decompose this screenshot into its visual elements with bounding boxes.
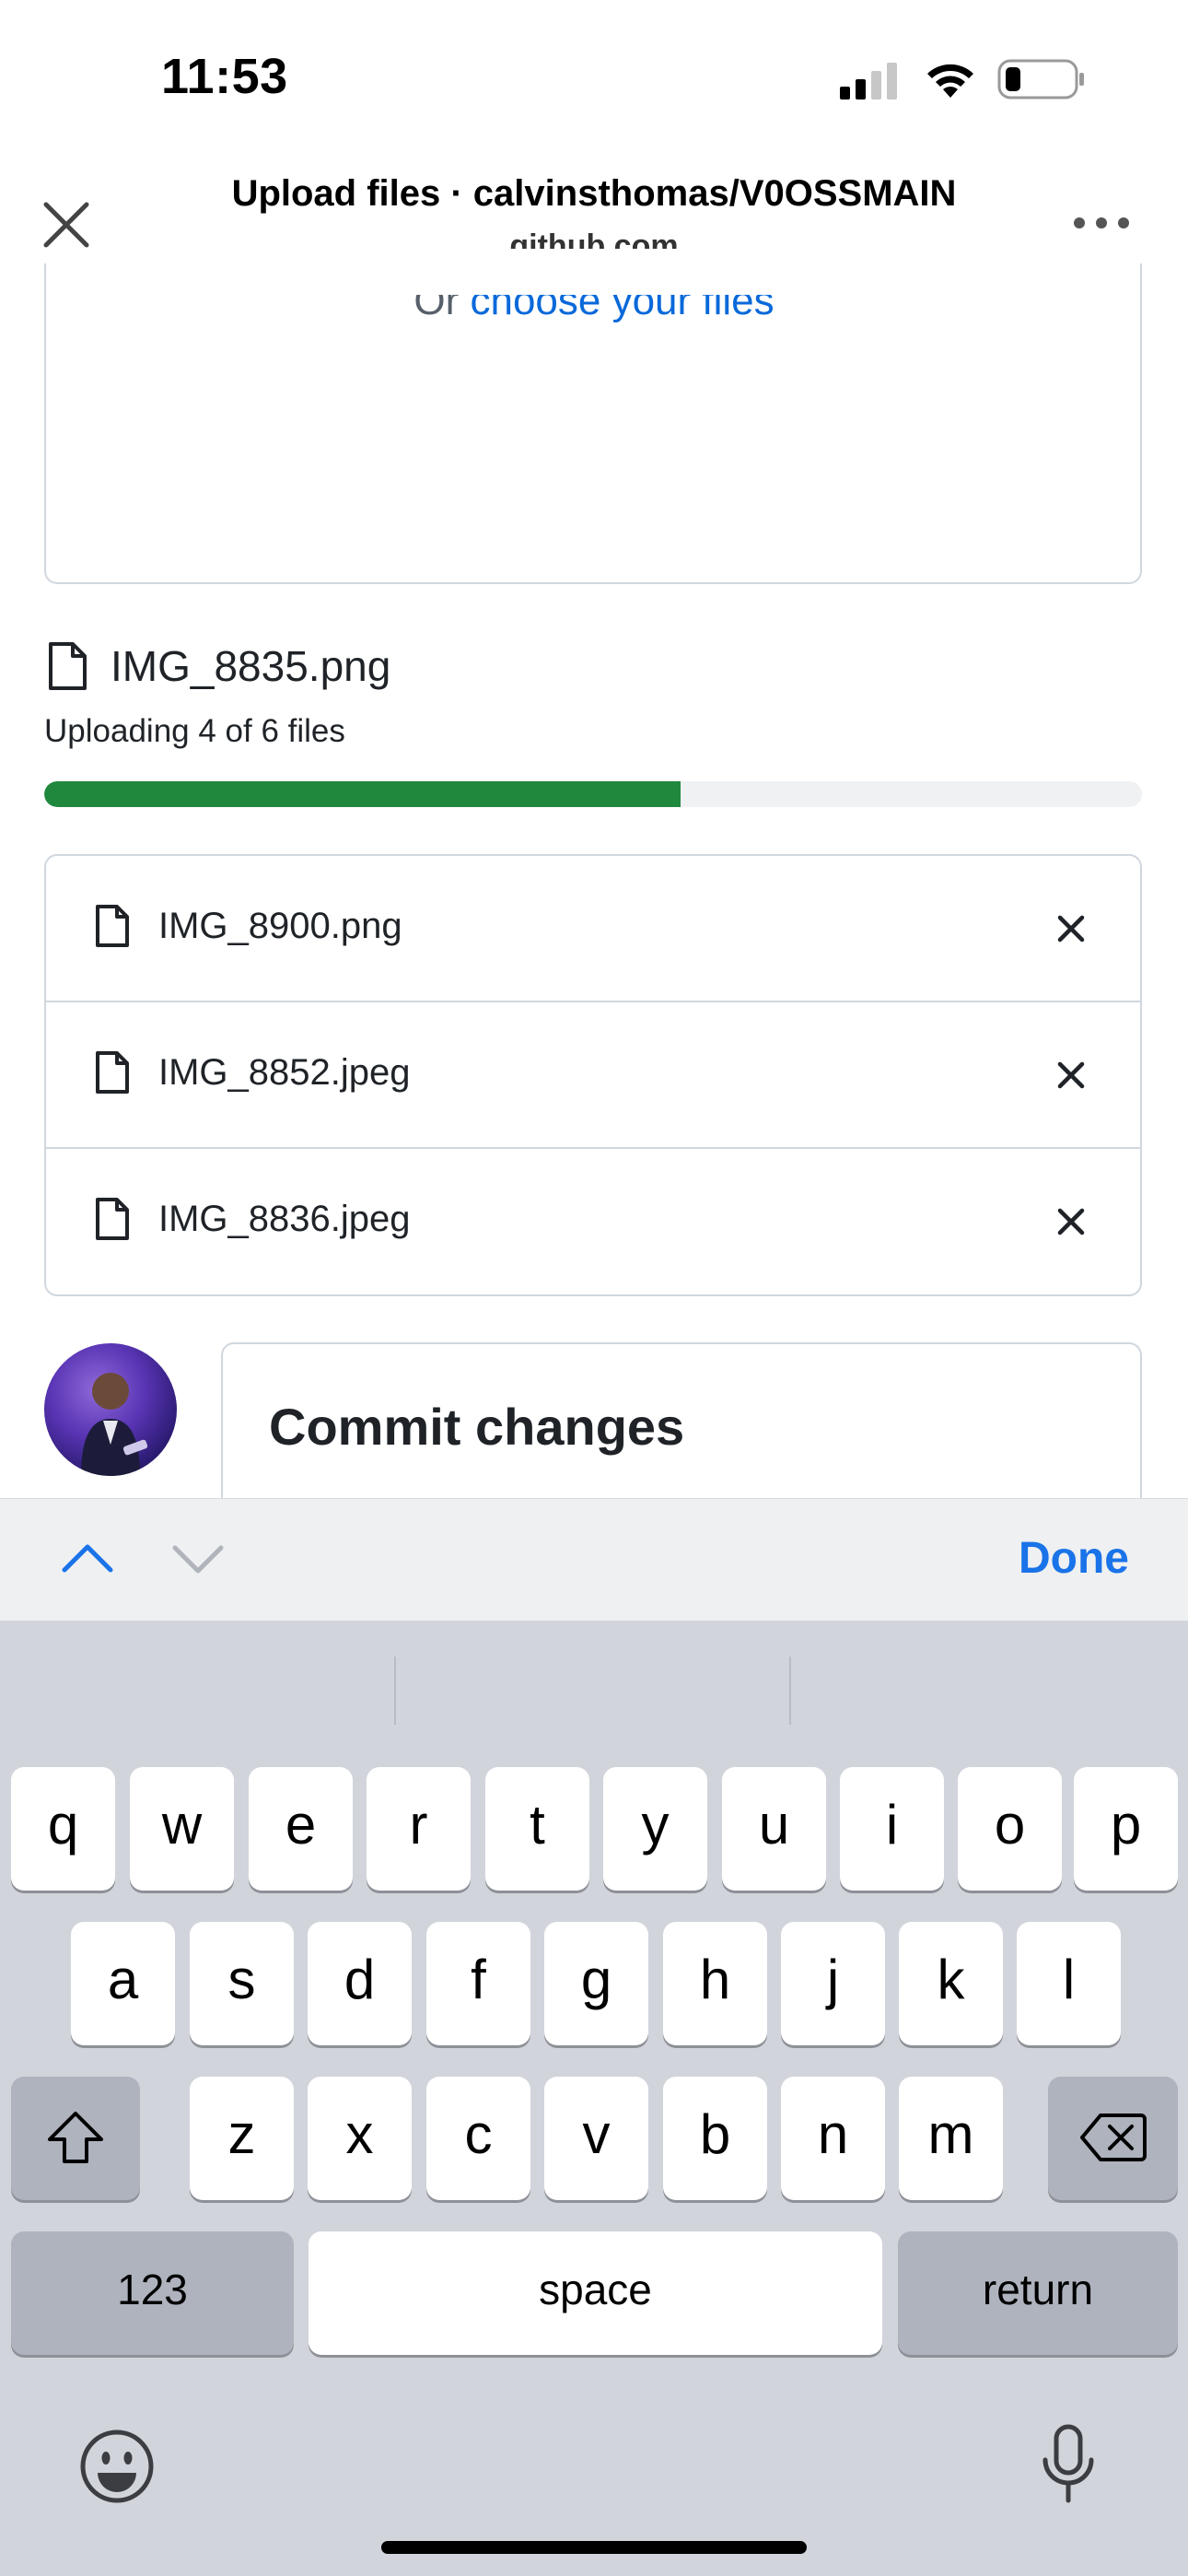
- key-k[interactable]: k: [899, 1922, 1003, 2045]
- status-bar: 11:53: [0, 0, 1188, 157]
- chevron-down-icon[interactable]: [171, 1544, 225, 1575]
- page-title: Upload files · calvinsthomas/V0OSSMAIN: [231, 173, 957, 214]
- key-y[interactable]: y: [603, 1767, 707, 1891]
- return-key[interactable]: return: [898, 2231, 1178, 2355]
- delete-key[interactable]: [1048, 2077, 1178, 2200]
- chevron-up-icon[interactable]: [61, 1542, 114, 1574]
- key-j[interactable]: j: [781, 1922, 885, 2045]
- battery-icon: [997, 59, 1084, 100]
- upload-progress-bar: [44, 781, 1142, 807]
- key-o[interactable]: o: [958, 1767, 1062, 1891]
- avatar: [44, 1343, 177, 1476]
- done-button[interactable]: Done: [1019, 1533, 1129, 1584]
- shift-key[interactable]: [11, 2077, 140, 2200]
- file-icon: [96, 1198, 129, 1240]
- file-list-item: IMG_8852.jpeg: [46, 1002, 1140, 1149]
- upload-status-text: Uploading 4 of 6 files: [44, 713, 345, 749]
- status-time: 11:53: [161, 49, 288, 104]
- key-l[interactable]: l: [1017, 1922, 1121, 2045]
- key-e[interactable]: e: [249, 1767, 353, 1891]
- file-name: IMG_8852.jpeg: [158, 1052, 411, 1093]
- key-q[interactable]: q: [11, 1767, 115, 1891]
- key-g[interactable]: g: [544, 1922, 648, 2045]
- file-icon: [49, 642, 87, 690]
- upload-progress-fill: [44, 781, 681, 807]
- key-u[interactable]: u: [722, 1767, 826, 1891]
- key-v[interactable]: v: [544, 2077, 648, 2200]
- key-f[interactable]: f: [426, 1922, 530, 2045]
- commit-changes-title: Commit changes: [269, 1398, 685, 1456]
- current-upload-file-name: IMG_8835.png: [111, 642, 391, 690]
- file-list-item: IMG_8836.jpeg: [46, 1149, 1140, 1294]
- file-list: IMG_8900.png IMG_8852.jpeg IMG_8836.jpeg: [44, 854, 1142, 1296]
- avatar-photo: [81, 1373, 148, 1476]
- remove-file-icon[interactable]: [1055, 1206, 1087, 1237]
- emoji-icon[interactable]: [79, 2429, 155, 2504]
- key-x[interactable]: x: [308, 2077, 412, 2200]
- suggestion-divider: [394, 1657, 396, 1725]
- space-key[interactable]: space: [309, 2231, 882, 2355]
- key-c[interactable]: c: [426, 2077, 530, 2200]
- home-indicator: [381, 2541, 807, 2554]
- key-b[interactable]: b: [663, 2077, 767, 2200]
- shift-icon: [48, 2112, 103, 2163]
- key-h[interactable]: h: [663, 1922, 767, 2045]
- key-p[interactable]: p: [1074, 1767, 1178, 1891]
- cellular-signal-icon: [840, 63, 897, 100]
- key-z[interactable]: z: [190, 2077, 294, 2200]
- key-r[interactable]: r: [367, 1767, 471, 1891]
- suggestion-divider: [789, 1657, 791, 1725]
- file-name: IMG_8836.jpeg: [158, 1199, 411, 1239]
- file-icon: [96, 905, 129, 947]
- wifi-icon: [927, 64, 973, 98]
- key-n[interactable]: n: [781, 2077, 885, 2200]
- file-name: IMG_8900.png: [158, 906, 402, 946]
- key-s[interactable]: s: [190, 1922, 294, 2045]
- numbers-key[interactable]: 123: [11, 2231, 294, 2355]
- microphone-icon[interactable]: [1041, 2423, 1096, 2508]
- key-t[interactable]: t: [485, 1767, 589, 1891]
- key-w[interactable]: w: [130, 1767, 234, 1891]
- remove-file-icon[interactable]: [1055, 913, 1087, 944]
- backspace-icon: [1079, 2113, 1147, 2161]
- file-list-item: IMG_8900.png: [46, 856, 1140, 1002]
- key-m[interactable]: m: [899, 2077, 1003, 2200]
- key-i[interactable]: i: [840, 1767, 944, 1891]
- file-icon: [96, 1051, 129, 1094]
- more-options-icon[interactable]: [1072, 216, 1131, 230]
- key-d[interactable]: d: [308, 1922, 412, 2045]
- key-a[interactable]: a: [71, 1922, 175, 2045]
- remove-file-icon[interactable]: [1055, 1060, 1087, 1091]
